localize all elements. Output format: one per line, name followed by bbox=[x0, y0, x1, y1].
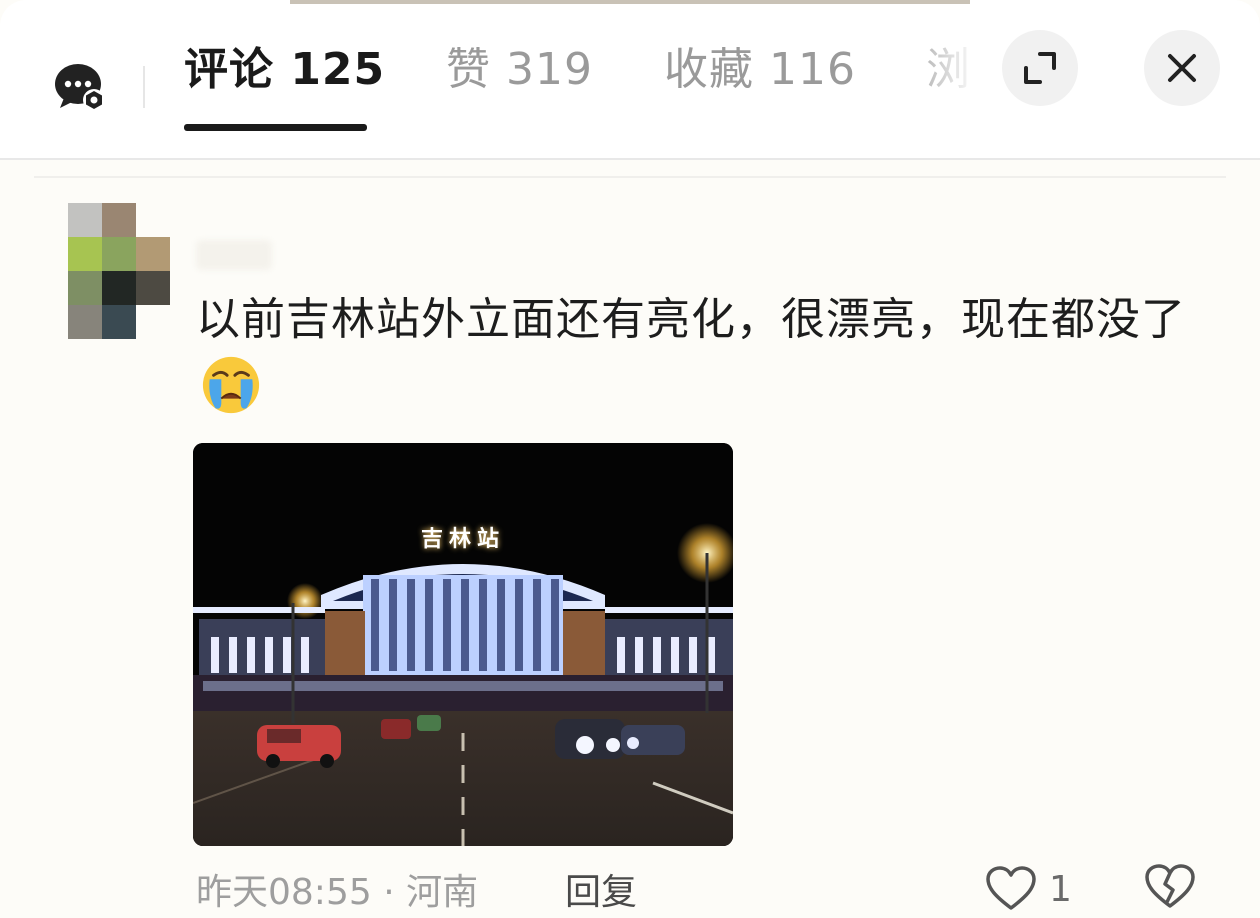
close-button[interactable] bbox=[1144, 30, 1220, 106]
tab-favorites[interactable]: 收藏 116 bbox=[664, 40, 856, 100]
top-image-edge bbox=[290, 0, 970, 4]
header-divider bbox=[143, 66, 145, 108]
heart-icon bbox=[986, 866, 1036, 910]
avatar[interactable] bbox=[68, 203, 170, 340]
tab-fade bbox=[900, 20, 1010, 130]
tab-likes[interactable]: 赞 319 bbox=[446, 40, 593, 100]
broken-heart-icon bbox=[1145, 864, 1195, 908]
section-divider bbox=[34, 176, 1226, 178]
comment-image[interactable]: 吉林站 bbox=[193, 443, 733, 846]
username-blurred bbox=[196, 240, 272, 270]
crying-face-emoji bbox=[202, 356, 260, 414]
dislike-button[interactable] bbox=[1144, 864, 1196, 914]
like-count: 1 bbox=[1049, 868, 1072, 910]
comment-body: 以前吉林站外立面还有亮化，很漂亮，现在都没了 bbox=[196, 286, 1216, 422]
watermark bbox=[530, 892, 740, 916]
comment-meta: 昨天08:55 · 河南 bbox=[196, 872, 479, 913]
station-sign: 吉林站 bbox=[420, 526, 505, 552]
close-icon bbox=[1168, 54, 1196, 82]
tab-comments[interactable]: 评论 125 bbox=[184, 40, 385, 100]
comment-text: 以前吉林站外立面还有亮化，很漂亮，现在都没了 bbox=[196, 294, 1186, 345]
active-tab-indicator bbox=[184, 124, 367, 131]
expand-icon bbox=[1024, 52, 1056, 84]
comments-header: 评论 125 赞 319 收藏 116 浏 bbox=[0, 0, 1260, 160]
chat-settings-icon[interactable] bbox=[54, 62, 110, 114]
expand-button[interactable] bbox=[1002, 30, 1078, 106]
like-button[interactable]: 1 bbox=[985, 864, 1072, 914]
